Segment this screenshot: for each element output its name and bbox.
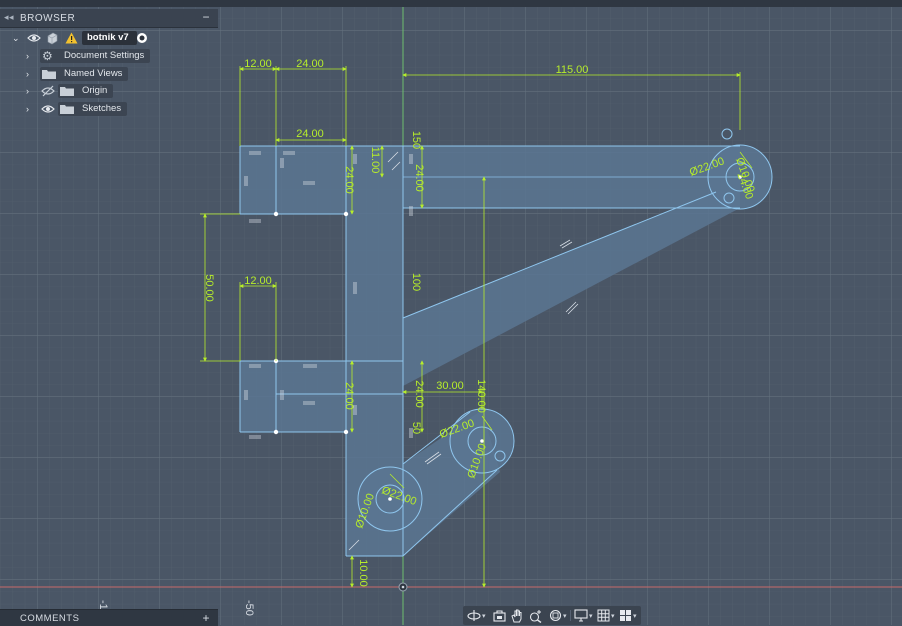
folder-icon: [42, 69, 56, 84]
grid-snap-icon[interactable]: ▾: [597, 608, 615, 623]
chevron-down-icon[interactable]: ⌄: [12, 31, 22, 45]
origin-label: Origin: [82, 85, 108, 96]
document-settings-pill[interactable]: ⚙ Document Settings: [40, 49, 151, 63]
zoom-menu-caret-icon[interactable]: ▾: [563, 612, 567, 620]
browser-item-sketches[interactable]: › Sketches: [26, 102, 186, 118]
axis-label-minus-50: -50: [243, 600, 255, 616]
named-views-pill[interactable]: Named Views: [40, 67, 129, 84]
zoom-window-icon[interactable]: ▾: [549, 608, 567, 623]
top-bar: [0, 0, 902, 7]
navigation-toolbar: ▾ ▾ ▾ ▾ ▾: [463, 606, 641, 625]
eye-icon[interactable]: [27, 32, 41, 47]
dimension-label[interactable]: 50.00: [203, 274, 215, 302]
dimension-label[interactable]: 12.00: [244, 58, 272, 70]
dimension-label[interactable]: 115.00: [556, 64, 589, 76]
dimension-label[interactable]: 24.00: [296, 128, 324, 140]
browser-panel-header: ◂◂ BROWSER −: [0, 9, 218, 28]
dimension-label[interactable]: 10.00: [357, 559, 369, 587]
gear-icon: ⚙: [42, 49, 53, 63]
browser-root-row[interactable]: ⌄ botnik v7: [8, 31, 168, 47]
named-views-label: Named Views: [64, 68, 123, 79]
sketches-pill[interactable]: Sketches: [58, 102, 128, 119]
dimension-label[interactable]: 24.00: [343, 166, 355, 194]
dimension-label[interactable]: 12.00: [244, 275, 272, 287]
pan-hand-icon[interactable]: [511, 608, 524, 623]
look-at-icon[interactable]: [493, 608, 506, 623]
dimension-label[interactable]: 24.00: [413, 380, 425, 408]
eye-icon[interactable]: [41, 103, 55, 118]
warning-icon[interactable]: [65, 32, 78, 47]
orbit-icon[interactable]: ▾: [467, 608, 486, 623]
comments-panel[interactable]: COMMENTS +: [0, 609, 218, 626]
folder-icon: [60, 104, 74, 119]
display-settings-icon[interactable]: ▾: [574, 608, 593, 623]
dimension-label[interactable]: 24.00: [343, 382, 355, 410]
dimension-label[interactable]: 24.00: [413, 164, 425, 192]
activate-radio-icon[interactable]: [136, 32, 148, 47]
dimension-label[interactable]: 140.00: [475, 379, 487, 413]
dimension-label[interactable]: 150: [410, 131, 422, 149]
document-settings-label: Document Settings: [64, 50, 145, 61]
chevron-right-icon[interactable]: ›: [26, 84, 36, 98]
dimension-label[interactable]: 24.00: [296, 58, 324, 70]
browser-item-named-views[interactable]: › Named Views: [26, 67, 186, 83]
dimension-label[interactable]: 100: [410, 273, 422, 291]
chevron-right-icon[interactable]: ›: [26, 49, 36, 63]
browser-title: BROWSER: [20, 13, 76, 24]
add-comment-button[interactable]: +: [202, 611, 210, 625]
viewports-menu-caret-icon[interactable]: ▾: [633, 612, 637, 620]
root-component-name[interactable]: botnik v7: [82, 31, 137, 45]
browser-item-document-settings[interactable]: › ⚙ Document Settings: [26, 49, 186, 65]
minimize-panel-button[interactable]: −: [202, 10, 210, 24]
display-menu-caret-icon[interactable]: ▾: [589, 612, 593, 620]
dimension-label[interactable]: 50: [410, 422, 422, 434]
dimension-label[interactable]: 30.00: [436, 380, 464, 392]
orbit-menu-caret-icon[interactable]: ▾: [482, 612, 486, 620]
component-icon: [46, 32, 59, 48]
grid-menu-caret-icon[interactable]: ▾: [611, 612, 615, 620]
comments-title: COMMENTS: [20, 613, 80, 624]
folder-icon: [60, 86, 74, 101]
browser-item-origin[interactable]: › Origin: [26, 84, 186, 100]
dimension-label[interactable]: 11.00: [369, 147, 381, 174]
toolbar-separator: [570, 610, 571, 621]
sketches-label: Sketches: [82, 103, 122, 114]
origin-marker[interactable]: [398, 582, 408, 592]
zoom-icon[interactable]: [529, 608, 543, 623]
chevron-right-icon[interactable]: ›: [26, 102, 36, 116]
viewports-icon[interactable]: ▾: [619, 608, 637, 623]
origin-pill[interactable]: Origin: [58, 84, 114, 101]
eye-hidden-icon[interactable]: [41, 85, 55, 100]
collapse-panel-icon[interactable]: ◂◂: [4, 12, 14, 23]
chevron-right-icon[interactable]: ›: [26, 67, 36, 81]
